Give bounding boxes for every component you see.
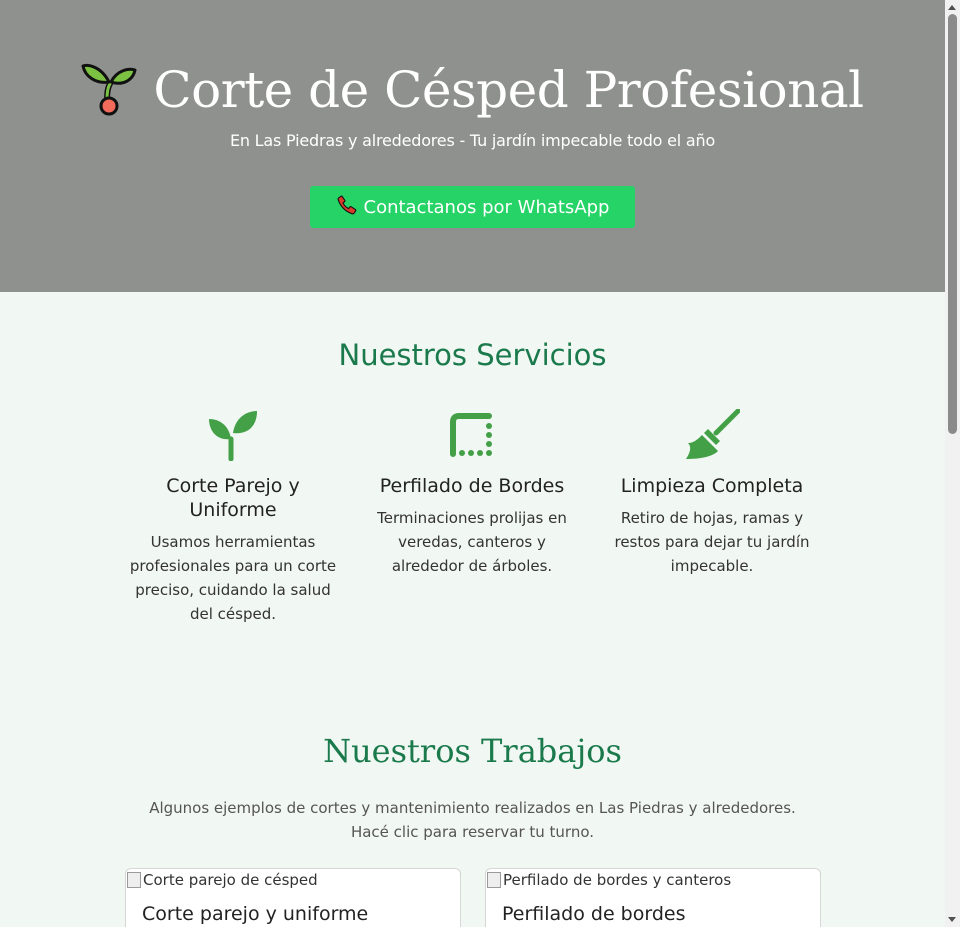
service-title: Corte Parejo y Uniforme: [166, 475, 300, 521]
broom-icon: [602, 408, 822, 462]
work-card[interactable]: Corte parejo de césped Corte parejo y un…: [125, 868, 461, 927]
works-desc-line-1: Algunos ejemplos de cortes y mantenimien…: [149, 799, 796, 817]
scroll-down-arrow-icon[interactable]: [948, 917, 956, 922]
work-card-title: Corte parejo y uniforme: [142, 903, 369, 925]
hero-title: Corte de Césped Profesional: [153, 61, 864, 119]
services-heading: Nuestros Servicios: [338, 338, 607, 372]
seedling-icon: [123, 408, 343, 462]
seedling-logo-icon: [81, 60, 137, 120]
service-card-perfilado: Perfilado de Bordes Terminaciones prolij…: [362, 408, 582, 578]
broken-image-icon: [127, 872, 141, 888]
works-description: Algunos ejemplos de cortes y mantenimien…: [0, 796, 945, 844]
service-title: Perfilado de Bordes: [379, 475, 565, 497]
hero-title-row: Corte de Césped Profesional: [0, 60, 945, 120]
page: Corte de Césped Profesional En Las Piedr…: [0, 0, 945, 927]
works-desc-line-2: Hacé clic para reservar tu turno.: [350, 823, 595, 841]
service-desc: Terminaciones prolijas en veredas, cante…: [377, 509, 567, 575]
border-style-icon: [362, 408, 582, 462]
service-desc: Usamos herramientas profesionales para u…: [129, 533, 337, 623]
service-desc: Retiro de hojas, ramas y restos para dej…: [614, 509, 810, 575]
vertical-scrollbar[interactable]: [945, 0, 960, 927]
work-image-alt: Corte parejo de césped: [143, 871, 318, 889]
work-image-alt: Perfilado de bordes y canteros: [503, 871, 732, 889]
works-heading: Nuestros Trabajos: [323, 732, 622, 770]
service-title: Limpieza Completa: [620, 475, 804, 497]
work-card-title: Perfilado de bordes: [502, 903, 686, 925]
scrollbar-thumb[interactable]: [948, 14, 957, 434]
service-card-limpieza: Limpieza Completa Retiro de hojas, ramas…: [602, 408, 822, 578]
whatsapp-contact-button[interactable]: Contactanos por WhatsApp: [310, 186, 635, 228]
whatsapp-button-label: Contactanos por WhatsApp: [363, 196, 610, 218]
hero-section: Corte de Césped Profesional En Las Piedr…: [0, 0, 945, 292]
work-image: Perfilado de bordes y canteros: [486, 869, 820, 889]
work-image: Corte parejo de césped: [126, 869, 460, 889]
hero-subtitle: En Las Piedras y alrededores - Tu jardín…: [229, 131, 716, 150]
scroll-up-arrow-icon[interactable]: [948, 5, 956, 10]
work-card[interactable]: Perfilado de bordes y canteros Perfilado…: [485, 868, 821, 927]
phone-icon: [336, 194, 358, 221]
service-card-corte: Corte Parejo y Uniforme Usamos herramien…: [123, 408, 343, 626]
broken-image-icon: [487, 872, 501, 888]
